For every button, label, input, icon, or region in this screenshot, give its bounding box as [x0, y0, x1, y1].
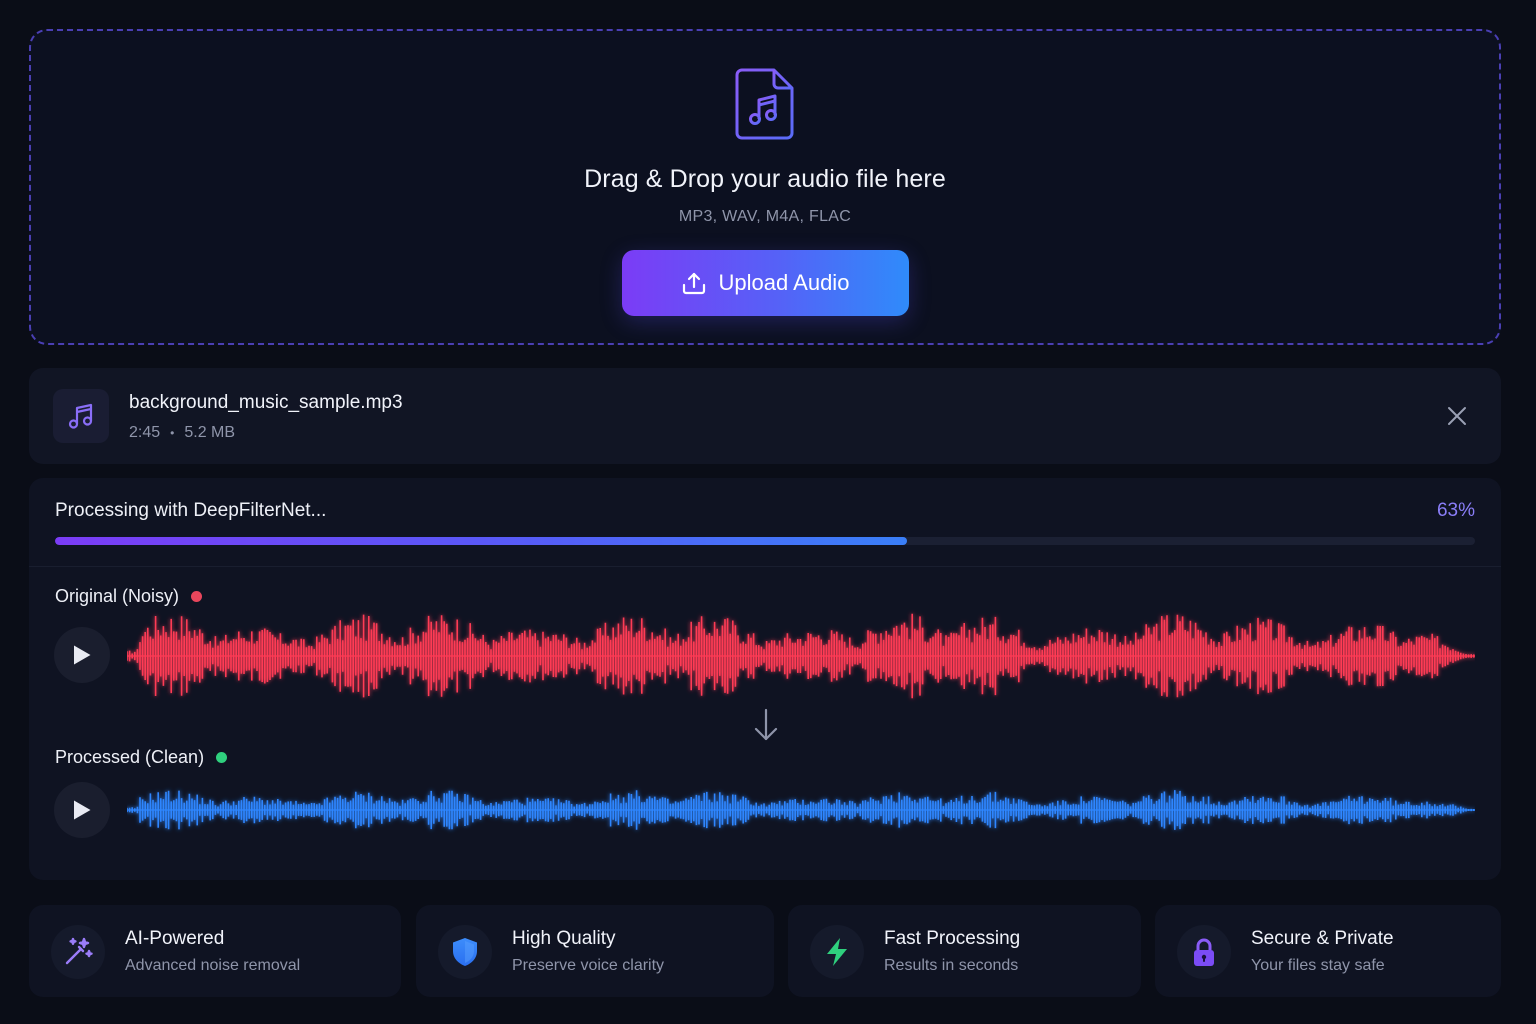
- upload-button-label: Upload Audio: [718, 270, 850, 295]
- shield-icon: [453, 938, 477, 966]
- close-icon: [1448, 407, 1466, 425]
- feature-subtitle: Results in seconds: [884, 957, 1019, 974]
- play-icon: [74, 800, 91, 820]
- feature-title: Fast Processing: [884, 928, 1021, 949]
- remove-file-button[interactable]: [1443, 402, 1471, 430]
- feature-icon-container: [438, 925, 492, 979]
- play-icon: [74, 645, 91, 665]
- upload-icon: [682, 272, 705, 295]
- processed-waveform[interactable]: [127, 780, 1475, 840]
- progress-bar-fill: [55, 537, 907, 545]
- divider: [29, 566, 1501, 567]
- lock-icon: [1194, 938, 1214, 966]
- file-duration: 2:45: [129, 424, 161, 441]
- supported-formats: MP3, WAV, M4A, FLAC: [678, 208, 852, 225]
- clean-status-dot: [216, 752, 228, 763]
- music-note-icon: [68, 403, 93, 429]
- feature-icon-container: [810, 925, 864, 979]
- noisy-status-dot: [191, 591, 203, 602]
- magic-wand-icon: [65, 937, 93, 965]
- audio-dropzone[interactable]: Drag & Drop your audio file here MP3, WA…: [29, 29, 1501, 345]
- feature-subtitle: Advanced noise removal: [125, 957, 301, 974]
- file-thumbnail: [53, 389, 109, 443]
- progress-bar: [55, 537, 1475, 545]
- dropzone-title: Drag & Drop your audio file here: [584, 165, 946, 193]
- original-waveform[interactable]: [127, 604, 1475, 708]
- feature-title: AI-Powered: [125, 928, 225, 949]
- meta-separator: •: [170, 426, 175, 440]
- file-meta: 2:45 • 5.2 MB: [129, 424, 235, 442]
- play-original-button[interactable]: [54, 627, 110, 683]
- audio-file-icon: [735, 68, 794, 140]
- file-name: background_music_sample.mp3: [129, 392, 403, 413]
- processing-panel: Processing with DeepFilterNet... 63% Ori…: [29, 478, 1501, 880]
- arrow-down-icon: [754, 708, 778, 741]
- feature-subtitle: Preserve voice clarity: [512, 957, 665, 974]
- feature-icon-container: [51, 925, 105, 979]
- upload-audio-button[interactable]: Upload Audio: [621, 250, 909, 316]
- processed-track-label: Processed (Clean): [55, 747, 205, 767]
- feature-card-ai-powered: AI-Powered Advanced noise removal: [29, 905, 401, 997]
- feature-title: High Quality: [512, 928, 616, 949]
- feature-subtitle: Your files stay safe: [1251, 957, 1385, 974]
- play-processed-button[interactable]: [54, 782, 110, 838]
- processed-track-title: Processed (Clean): [55, 747, 228, 768]
- file-size: 5.2 MB: [184, 424, 236, 441]
- feature-card-secure-private: Secure & Private Your files stay safe: [1155, 905, 1501, 997]
- feature-card-high-quality: High Quality Preserve voice clarity: [416, 905, 774, 997]
- feature-icon-container: [1177, 925, 1231, 979]
- processing-status: Processing with DeepFilterNet...: [55, 500, 327, 521]
- feature-title: Secure & Private: [1251, 928, 1394, 949]
- feature-card-fast-processing: Fast Processing Results in seconds: [788, 905, 1141, 997]
- processing-percent: 63%: [1436, 500, 1475, 521]
- selected-file-card: background_music_sample.mp3 2:45 • 5.2 M…: [29, 368, 1501, 464]
- lightning-icon: [827, 938, 847, 966]
